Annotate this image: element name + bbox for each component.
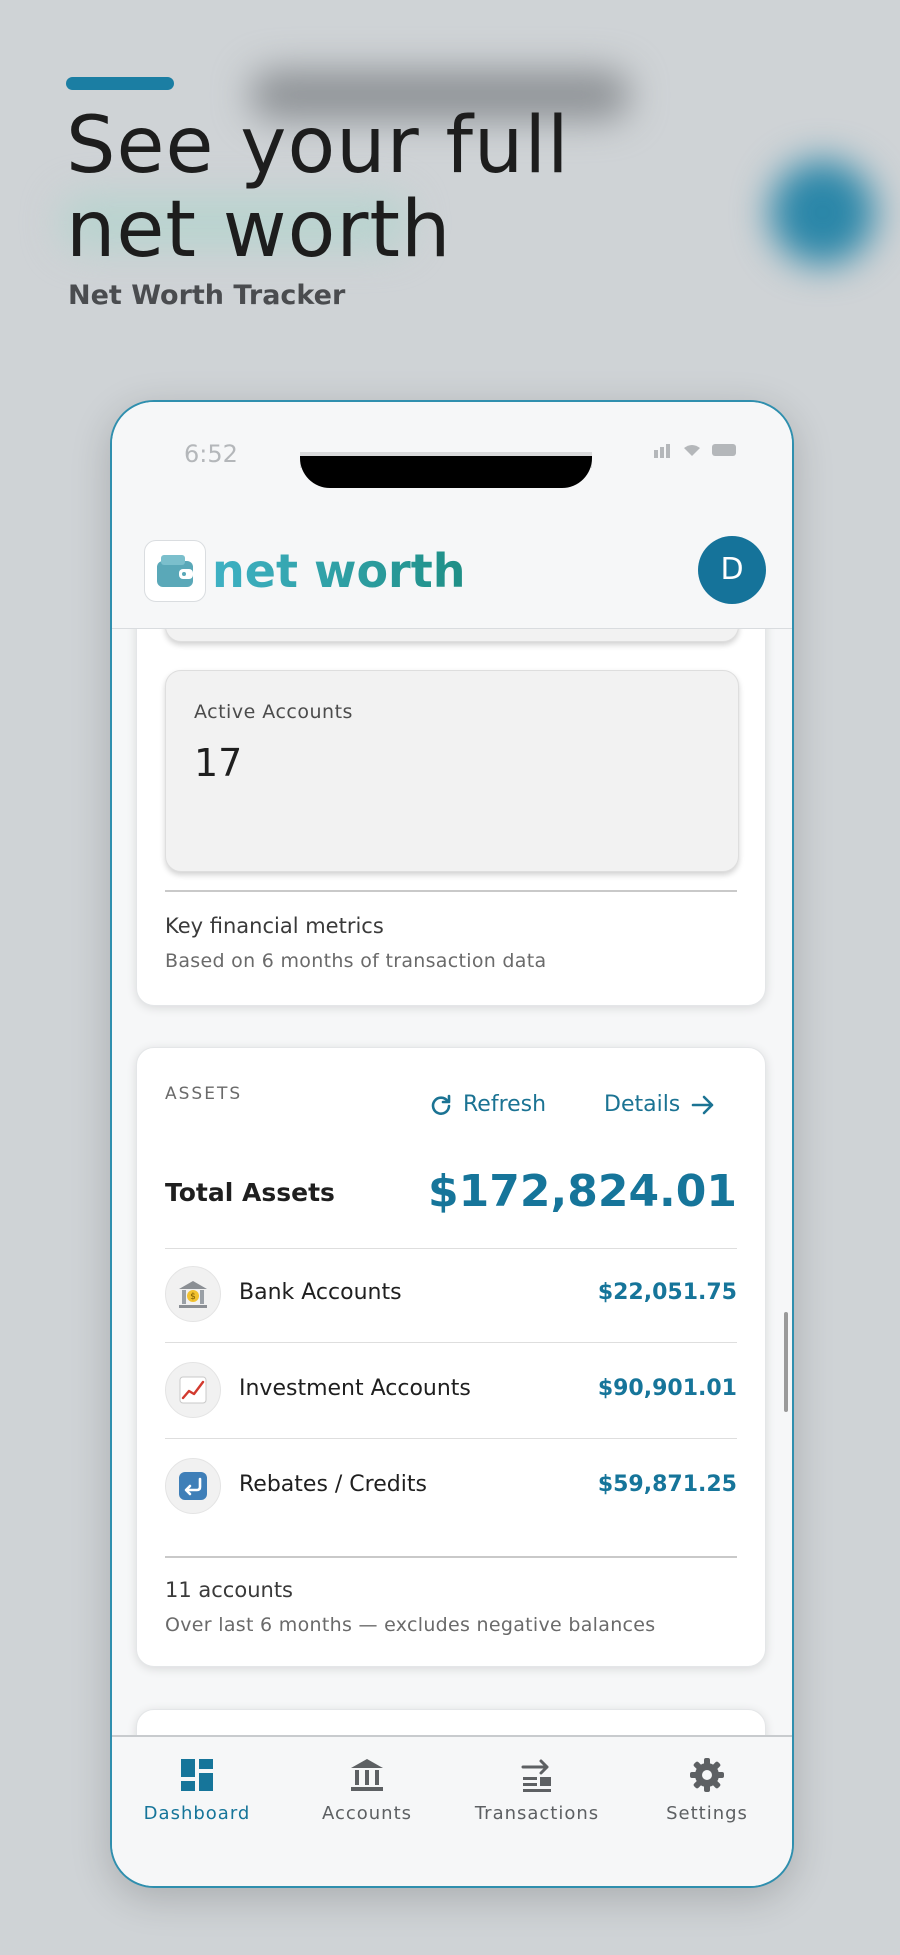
- phone-frame: 6:52 net worth D Active Accounts 17 Key …: [110, 400, 794, 1888]
- row-label: Investment Accounts: [239, 1376, 471, 1401]
- status-time: 6:52: [184, 440, 238, 468]
- nav-label: Transactions: [474, 1803, 600, 1824]
- bottom-navigation: Dashboard Accounts Transactions Settings: [112, 1735, 792, 1886]
- accent-bar: [66, 77, 174, 90]
- scrollbar[interactable]: [784, 1312, 788, 1412]
- asset-row-bank-accounts[interactable]: $ Bank Accounts $22,051.75: [165, 1266, 737, 1322]
- refresh-label: Refresh: [463, 1092, 547, 1117]
- row-value: $90,901.01: [597, 1376, 737, 1401]
- metric-label: Active Accounts: [194, 701, 353, 723]
- status-bar: 6:52: [112, 402, 792, 502]
- asset-row-investment-accounts[interactable]: Investment Accounts $90,901.01: [165, 1362, 737, 1418]
- refresh-button[interactable]: Refresh: [429, 1092, 546, 1117]
- metric-tile-active-accounts: Active Accounts 17: [165, 670, 739, 872]
- brand-name: net worth: [212, 544, 466, 598]
- metrics-footer-subtitle: Based on 6 months of transaction data: [165, 950, 547, 972]
- details-button[interactable]: Details: [604, 1092, 716, 1117]
- details-label: Details: [604, 1092, 681, 1117]
- metrics-footer-title: Key financial metrics: [165, 914, 384, 938]
- section-label: ASSETS: [165, 1084, 243, 1104]
- svg-text:$: $: [190, 1292, 196, 1302]
- assets-footer-title: 11 accounts: [165, 1578, 293, 1602]
- nav-accounts[interactable]: Accounts: [282, 1755, 452, 1824]
- row-divider: [165, 1438, 737, 1439]
- assets-card: ASSETS Refresh Details Total Assets $172…: [136, 1047, 766, 1667]
- row-label: Bank Accounts: [239, 1280, 402, 1305]
- assets-footer-subtitle: Over last 6 months — excludes negative b…: [165, 1614, 656, 1636]
- background-blur-circle: [770, 160, 875, 265]
- next-card: [136, 1709, 766, 1735]
- nav-transactions[interactable]: Transactions: [452, 1755, 622, 1824]
- notch: [300, 456, 592, 488]
- wallet-icon: [144, 540, 206, 602]
- divider: [165, 890, 737, 892]
- divider: [165, 1556, 737, 1558]
- arrow-right-icon: [691, 1095, 714, 1114]
- avatar[interactable]: D: [698, 536, 766, 604]
- row-divider: [165, 1248, 737, 1249]
- subtitle: Net Worth Tracker: [68, 280, 346, 311]
- status-icons: [654, 442, 740, 463]
- nav-label: Settings: [666, 1803, 748, 1824]
- row-value: $59,871.25: [597, 1472, 737, 1497]
- dashboard-icon: [181, 1759, 213, 1791]
- nav-label: Dashboard: [143, 1803, 251, 1824]
- total-assets-label: Total Assets: [165, 1178, 335, 1207]
- app-bar: net worth D: [112, 502, 792, 629]
- metric-tile-previous: [165, 629, 739, 642]
- asset-row-rebates-credits[interactable]: Rebates / Credits $59,871.25: [165, 1458, 737, 1514]
- nav-settings[interactable]: Settings: [622, 1755, 792, 1824]
- dashboard-scroll-area[interactable]: Active Accounts 17 Key financial metrics…: [112, 629, 792, 1735]
- refresh-icon: [431, 1094, 451, 1115]
- row-label: Rebates / Credits: [239, 1472, 427, 1497]
- metrics-card: Active Accounts 17 Key financial metrics…: [136, 629, 766, 1006]
- bank-icon: $: [165, 1266, 221, 1322]
- row-value: $22,051.75: [597, 1280, 737, 1305]
- total-assets-value: $172,824.01: [428, 1166, 737, 1217]
- nav-label: Accounts: [321, 1803, 413, 1824]
- headline: See your full net worth: [66, 101, 570, 275]
- metric-value: 17: [194, 741, 243, 785]
- row-divider: [165, 1342, 737, 1343]
- gear-icon: [690, 1758, 724, 1792]
- chart-up-icon: [165, 1362, 221, 1418]
- return-arrow-icon: [165, 1458, 221, 1514]
- nav-dashboard[interactable]: Dashboard: [112, 1755, 282, 1824]
- transactions-icon: [521, 1759, 551, 1792]
- bank-icon: [351, 1759, 383, 1791]
